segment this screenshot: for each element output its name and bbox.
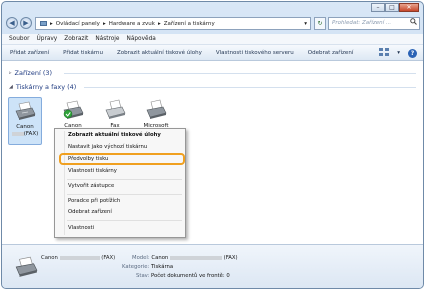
menu-gutter [64,131,65,235]
menu-help[interactable]: Nápověda [126,36,155,42]
search-icon[interactable] [410,18,417,30]
group-devices[interactable]: ▹ Zařízení (3) [9,69,52,77]
group-printers-label: Tiskárny a faxy (4) [15,83,77,91]
expand-arrow-icon: ▹ [9,70,12,76]
default-printer-icon [63,100,84,119]
address-dropdown-icon[interactable]: ▾ [304,21,307,27]
menu-item-set-default[interactable]: Nastavit jako výchozí tiskárnu [68,143,147,152]
caption-buttons: – □ ✕ [371,3,419,12]
address-row: ◀ ▶ ▸ Ovládací panely ▸ Hardware a zvuk … [2,14,423,34]
control-panel-icon [40,21,47,26]
see-print-jobs-button[interactable]: Zobrazit aktuální tiskové úlohy [117,50,202,56]
menu-separator [67,194,182,195]
printer-icon [146,99,167,119]
menu-bar: Soubor Úpravy Zobrazit Nástroje Nápověda [2,34,423,45]
title-bar: – □ ✕ [2,2,423,14]
minimize-button[interactable]: – [371,3,385,12]
forward-button[interactable]: ▶ [20,17,32,29]
address-bar[interactable]: ▸ Ovládací panely ▸ Hardware a zvuk ▸ Za… [35,17,311,30]
printer-item-canon-fax[interactable]: Canon (FAX) [8,97,42,145]
redacted-model [11,131,24,136]
details-category: Kategorie: Tiskárna [122,264,174,270]
add-device-button[interactable]: Přidat zařízení [10,50,49,56]
fax-printer-icon [15,101,36,120]
details-printer-name: Canon (FAX) [41,255,116,261]
menu-view[interactable]: Zobrazit [64,36,88,42]
menu-item-properties[interactable]: Vlastnosti [68,224,94,233]
menu-tools[interactable]: Nástroje [95,36,119,42]
print-server-properties-button[interactable]: Vlastnosti tiskového serveru [216,50,294,56]
breadcrumb-devices-printers[interactable]: Zařízení a tiskárny [164,21,215,27]
group-printers[interactable]: ◢ Tiskárny a faxy (4) [9,83,76,91]
redacted-model [59,255,100,260]
search-placeholder: Prohledat: Zařízení ... [332,20,392,26]
group-devices-label: Zařízení (3) [14,69,53,77]
back-button[interactable]: ◀ [6,17,18,29]
redacted-model [169,255,222,260]
menu-separator [67,220,182,221]
group-divider [64,73,416,74]
remove-device-button[interactable]: Odebrat zařízení [308,50,354,56]
menu-item-create-shortcut[interactable]: Vytvořit zástupce [68,182,114,191]
menu-item-see-print-jobs[interactable]: Zobrazit aktuální tiskové úlohy [68,131,161,140]
search-input[interactable]: Prohledat: Zařízení ... [328,17,420,30]
maximize-button[interactable]: □ [385,3,399,12]
printer-name: Canon [16,124,34,130]
details-model: Model: Canon (FAX) [132,255,238,261]
command-bar: Přidat zařízení Přidat tiskárnu Zobrazit… [2,45,423,61]
highlight-outline [59,153,185,165]
menu-separator [67,179,182,180]
breadcrumb-control-panel[interactable]: Ovládací panely [56,21,100,27]
explorer-window: – □ ✕ ◀ ▶ ▸ Ovládací panely ▸ Hardware a… [1,1,424,289]
menu-item-printer-properties[interactable]: Vlastnosti tiskárny [68,167,117,176]
menu-edit[interactable]: Úpravy [37,36,58,42]
fax-icon [105,99,126,119]
printer-name-line2: (FAX) [9,131,41,138]
address-separator: ▸ [102,20,106,27]
close-button[interactable]: ✕ [399,3,419,12]
address-separator: ▸ [157,20,161,27]
help-icon[interactable]: ? [408,48,417,58]
details-status: Stav: Počet dokumentů ve frontě: 0 [136,273,230,279]
menu-item-remove-device[interactable]: Odebrat zařízení [68,208,112,217]
selected-printer-icon [15,256,38,277]
collapse-arrow-icon: ◢ [9,84,13,90]
address-separator: ▸ [50,20,53,27]
refresh-button[interactable]: ↻ [314,17,326,30]
change-view-button[interactable] [379,48,390,58]
group-divider [84,87,416,88]
menu-item-troubleshoot[interactable]: Poradce při potížích [68,197,120,206]
add-printer-button[interactable]: Přidat tiskárnu [63,50,103,56]
views-icon [379,48,390,56]
views-dropdown-icon[interactable]: ▾ [397,50,400,56]
menu-file[interactable]: Soubor [9,36,30,42]
context-menu: Zobrazit aktuální tiskové úlohy Nastavit… [54,128,186,238]
command-bar-right: ▾ ? [379,48,417,58]
breadcrumb-hardware-sound[interactable]: Hardware a zvuk [109,21,155,27]
details-pane: Canon (FAX) Model: Canon (FAX) Kategorie… [2,244,423,288]
